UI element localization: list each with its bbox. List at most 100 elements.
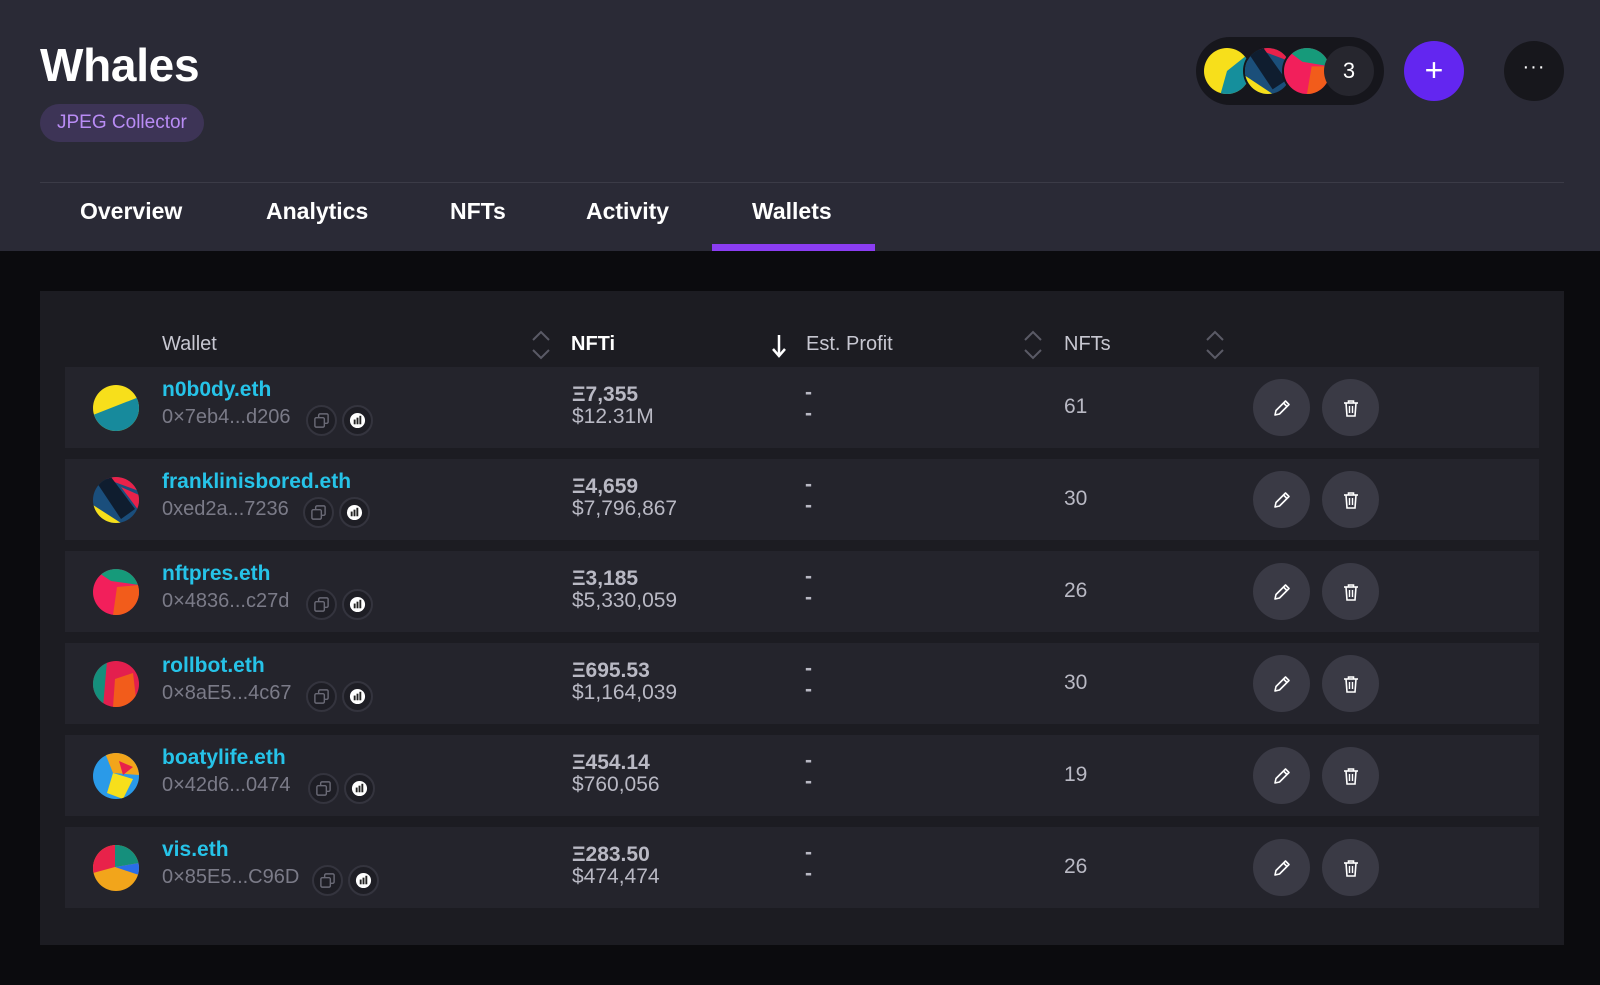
wallet-address: 0×4836...c27d xyxy=(162,590,290,612)
nfti-usd-value: $760,056 xyxy=(572,773,660,796)
pencil-icon xyxy=(1273,859,1290,876)
column-header-est-profit[interactable]: Est. Profit xyxy=(806,333,893,356)
est-profit-value: - xyxy=(805,565,812,588)
pencil-icon xyxy=(1273,491,1290,508)
wallet-address: 0×7eb4...d206 xyxy=(162,406,291,428)
nfti-eth-value: Ξ3,185 xyxy=(572,567,639,590)
table-row[interactable]: nftpres.eth 0×4836...c27d Ξ3,185 $5,330,… xyxy=(65,551,1539,632)
edit-button[interactable] xyxy=(1253,655,1310,712)
pencil-icon xyxy=(1273,767,1290,784)
wallet-avatar xyxy=(93,385,139,431)
copy-icon[interactable] xyxy=(306,405,337,436)
trash-icon xyxy=(1343,859,1358,877)
edit-button[interactable] xyxy=(1253,379,1310,436)
wallet-name[interactable]: franklinisbored.eth xyxy=(162,470,351,494)
est-profit-value: - xyxy=(805,473,812,496)
est-profit-secondary: - xyxy=(805,586,812,609)
wallet-name[interactable]: boatylife.eth xyxy=(162,746,286,770)
pencil-icon xyxy=(1273,583,1290,600)
delete-button[interactable] xyxy=(1322,839,1379,896)
copy-icon[interactable] xyxy=(308,773,339,804)
add-button[interactable]: + xyxy=(1404,41,1464,101)
etherscan-icon[interactable] xyxy=(342,589,373,620)
delete-button[interactable] xyxy=(1322,471,1379,528)
trash-icon xyxy=(1343,675,1358,693)
wallet-address: 0xed2a...7236 xyxy=(162,498,289,520)
column-header-wallet[interactable]: Wallet xyxy=(162,333,217,356)
table-row[interactable]: rollbot.eth 0×8aE5...4c67 Ξ695.53 $1,164… xyxy=(65,643,1539,724)
page-title: Whales xyxy=(40,39,200,91)
edit-button[interactable] xyxy=(1253,471,1310,528)
tab-wallets[interactable]: Wallets xyxy=(752,198,832,225)
column-header-nfti[interactable]: NFTi xyxy=(571,333,615,356)
wallet-name[interactable]: rollbot.eth xyxy=(162,654,265,678)
delete-button[interactable] xyxy=(1322,747,1379,804)
tab-activity[interactable]: Activity xyxy=(586,198,669,225)
est-profit-secondary: - xyxy=(805,862,812,885)
nfti-eth-value: Ξ283.50 xyxy=(572,843,650,866)
members-avatar-group[interactable]: 3 xyxy=(1196,37,1384,105)
nft-count: 30 xyxy=(1064,487,1088,510)
wallet-avatar xyxy=(93,477,139,523)
wallet-address: 0×85E5...C96D xyxy=(162,866,300,888)
wallet-name[interactable]: n0b0dy.eth xyxy=(162,378,271,402)
est-profit-value: - xyxy=(805,381,812,404)
column-header-nfts[interactable]: NFTs xyxy=(1064,333,1111,356)
more-options-button[interactable]: ··· xyxy=(1504,41,1564,101)
sort-descending-icon[interactable] xyxy=(770,333,788,359)
nft-count: 26 xyxy=(1064,855,1088,878)
tab-nfts[interactable]: NFTs xyxy=(450,198,506,225)
table-row[interactable]: boatylife.eth 0×42d6...0474 Ξ454.14 $760… xyxy=(65,735,1539,816)
delete-button[interactable] xyxy=(1322,379,1379,436)
table-row[interactable]: franklinisbored.eth 0xed2a...7236 Ξ4,659… xyxy=(65,459,1539,540)
tab-analytics[interactable]: Analytics xyxy=(266,198,368,225)
members-count: 3 xyxy=(1324,46,1374,96)
etherscan-icon[interactable] xyxy=(342,681,373,712)
sort-icon[interactable] xyxy=(1204,327,1226,363)
est-profit-secondary: - xyxy=(805,678,812,701)
plus-icon: + xyxy=(1424,52,1444,88)
etherscan-icon[interactable] xyxy=(344,773,375,804)
edit-button[interactable] xyxy=(1253,747,1310,804)
etherscan-icon[interactable] xyxy=(339,497,370,528)
table-row[interactable]: n0b0dy.eth 0×7eb4...d206 Ξ7,355 $12.31M … xyxy=(65,367,1539,448)
wallet-avatar xyxy=(93,661,139,707)
copy-icon[interactable] xyxy=(312,865,343,896)
wallet-avatar xyxy=(93,753,139,799)
trash-icon xyxy=(1343,399,1358,417)
sort-icon[interactable] xyxy=(1022,327,1044,363)
copy-icon[interactable] xyxy=(303,497,334,528)
nft-count: 61 xyxy=(1064,395,1088,418)
copy-icon[interactable] xyxy=(306,681,337,712)
wallet-quick-actions xyxy=(303,497,370,529)
nft-count: 30 xyxy=(1064,671,1088,694)
edit-button[interactable] xyxy=(1253,563,1310,620)
collector-badge: JPEG Collector xyxy=(40,104,204,142)
edit-button[interactable] xyxy=(1253,839,1310,896)
etherscan-icon[interactable] xyxy=(348,865,379,896)
wallet-quick-actions xyxy=(306,405,373,437)
delete-button[interactable] xyxy=(1322,655,1379,712)
wallet-quick-actions xyxy=(306,589,373,621)
nfti-eth-value: Ξ454.14 xyxy=(572,751,650,774)
est-profit-secondary: - xyxy=(805,402,812,425)
wallet-address: 0×42d6...0474 xyxy=(162,774,291,796)
trash-icon xyxy=(1343,583,1358,601)
wallet-name[interactable]: nftpres.eth xyxy=(162,562,271,586)
est-profit-secondary: - xyxy=(805,494,812,517)
etherscan-icon[interactable] xyxy=(342,405,373,436)
est-profit-value: - xyxy=(805,749,812,772)
header-divider xyxy=(40,182,1564,183)
table-row[interactable]: vis.eth 0×85E5...C96D Ξ283.50 $474,474 -… xyxy=(65,827,1539,908)
est-profit-value: - xyxy=(805,657,812,680)
nft-count: 26 xyxy=(1064,579,1088,602)
sort-icon[interactable] xyxy=(530,327,552,363)
copy-icon[interactable] xyxy=(306,589,337,620)
tab-overview[interactable]: Overview xyxy=(80,198,182,225)
nfti-usd-value: $7,796,867 xyxy=(572,497,678,520)
nfti-eth-value: Ξ4,659 xyxy=(572,475,639,498)
nfti-usd-value: $5,330,059 xyxy=(572,589,678,612)
wallet-name[interactable]: vis.eth xyxy=(162,838,229,862)
wallet-quick-actions xyxy=(308,773,375,805)
delete-button[interactable] xyxy=(1322,563,1379,620)
